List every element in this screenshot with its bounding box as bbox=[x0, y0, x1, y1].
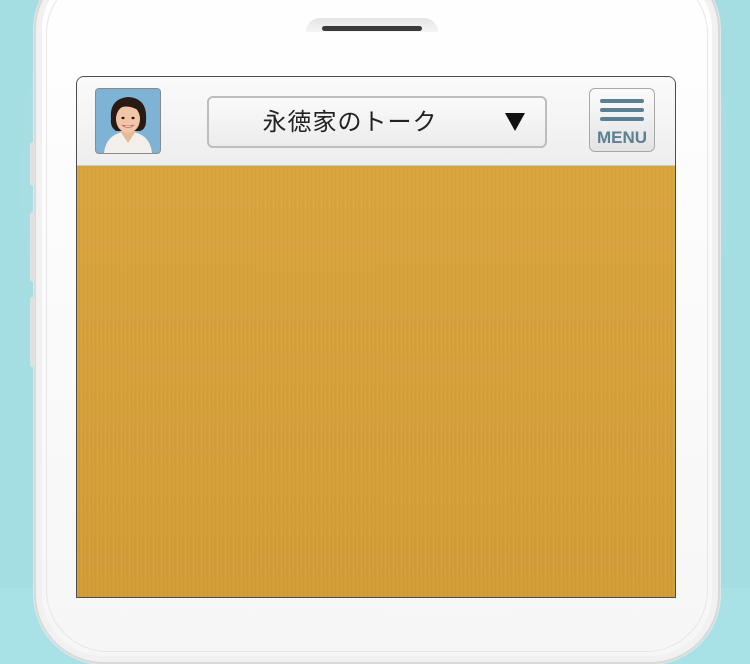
chat-area[interactable] bbox=[77, 166, 675, 597]
phone-side-button bbox=[30, 142, 35, 186]
phone-side-button bbox=[30, 212, 35, 282]
talk-title-dropdown[interactable]: 永徳家のトーク bbox=[207, 96, 547, 148]
avatar-button[interactable] bbox=[95, 88, 161, 154]
hamburger-menu-icon bbox=[600, 99, 644, 103]
talk-title: 永徳家のトーク bbox=[262, 108, 438, 136]
triangle-down-icon bbox=[505, 113, 525, 131]
menu-button[interactable]: MENU bbox=[589, 88, 655, 152]
hamburger-menu-icon bbox=[600, 108, 644, 112]
phone-speaker bbox=[322, 26, 422, 31]
app-screen: 永徳家のトーク MENU bbox=[76, 76, 676, 598]
hamburger-menu-icon bbox=[600, 117, 644, 121]
app-header: 永徳家のトーク MENU bbox=[77, 77, 675, 166]
phone-side-button bbox=[30, 297, 35, 367]
menu-label: MENU bbox=[596, 128, 648, 147]
avatar bbox=[96, 89, 160, 153]
